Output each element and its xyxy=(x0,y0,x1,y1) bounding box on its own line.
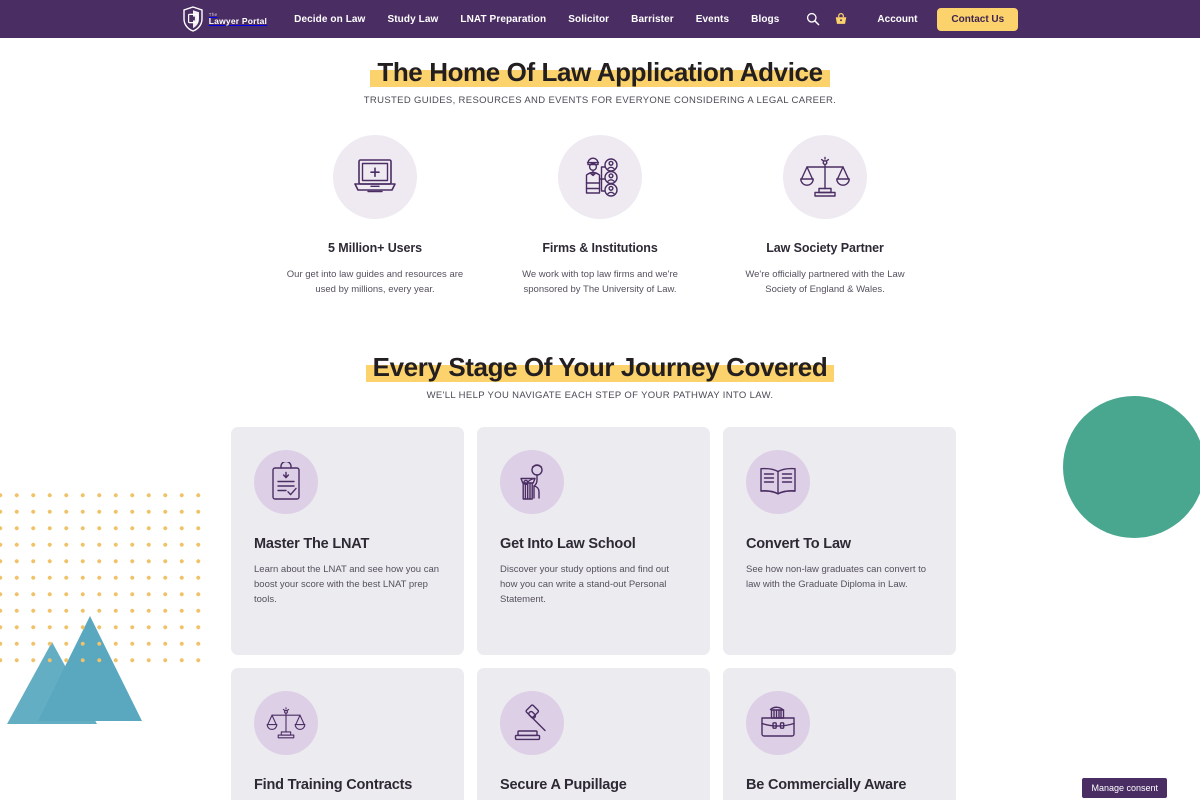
decorative-teal-circle xyxy=(1063,396,1200,538)
scales-of-justice-icon xyxy=(254,691,318,756)
card-title: Get Into Law School xyxy=(500,536,636,553)
decorative-triangle-large xyxy=(38,616,142,721)
briefcase-icon xyxy=(746,691,810,756)
card-master-the-lnat[interactable]: Master The LNAT Learn about the LNAT and… xyxy=(231,427,464,656)
gavel-icon xyxy=(500,691,564,756)
page-root: The Lawyer Portal Decide on Law Study La… xyxy=(0,0,1200,800)
hero-headline: The Home Of Law Application Advice xyxy=(370,57,830,88)
card-description: Learn about the LNAT and see how you can… xyxy=(254,564,440,606)
card-description: See how non-law graduates can convert to… xyxy=(746,564,927,591)
stat-description: We work with top law firms and we're spo… xyxy=(522,268,678,295)
stat-title: Firms & Institutions xyxy=(542,240,658,255)
nav-link-solicitor[interactable]: Solicitor xyxy=(557,14,620,25)
card-description: Discover your study options and find out… xyxy=(500,564,669,606)
scales-of-justice-icon xyxy=(783,134,867,219)
clipboard-check-icon xyxy=(254,450,318,515)
decorative-dot-grid-overlay xyxy=(0,487,204,667)
stats-row: 5 Million+ Users Our get into law guides… xyxy=(0,134,1200,297)
hero-subheadline: TRUSTED GUIDES, RESOURCES AND EVENTS FOR… xyxy=(363,94,837,106)
decorative-triangle-small xyxy=(7,642,97,724)
lectern-speaker-icon xyxy=(500,450,564,515)
card-title: Find Training Contracts xyxy=(254,777,413,794)
laptop-plus-icon xyxy=(333,134,417,219)
decorative-dot-grid xyxy=(0,487,204,667)
journey-headline: Every Stage Of Your Journey Covered xyxy=(365,352,835,383)
manage-consent-button[interactable]: Manage consent xyxy=(1082,778,1167,798)
card-title: Master The LNAT xyxy=(254,536,370,553)
card-secure-a-pupillage[interactable]: Secure A Pupillage Explore pupillage opt… xyxy=(477,668,710,800)
stat-item: Law Society Partner We're officially par… xyxy=(713,134,938,297)
shield-icon xyxy=(183,6,203,32)
card-find-training-contracts[interactable]: Find Training Contracts Learn about Trai… xyxy=(231,668,464,800)
card-be-commercially-aware[interactable]: Be Commercially Aware Boost your commerc… xyxy=(723,668,956,800)
stat-title: Law Society Partner xyxy=(766,240,884,255)
journey-cards-grid: Master The LNAT Learn about the LNAT and… xyxy=(231,427,969,800)
journey-section-header: Every Stage Of Your Journey Covered WE'L… xyxy=(0,352,1200,402)
decorative-triangles xyxy=(0,600,142,725)
shopping-basket-icon[interactable] xyxy=(830,8,852,30)
main-navigation-bar: The Lawyer Portal Decide on Law Study La… xyxy=(0,0,1200,38)
stat-description: Our get into law guides and resources ar… xyxy=(286,268,464,295)
nav-link-blogs[interactable]: Blogs xyxy=(740,14,790,25)
nav-link-study-law[interactable]: Study Law xyxy=(376,14,449,25)
nav-link-barrister[interactable]: Barrister xyxy=(620,14,685,25)
search-icon[interactable] xyxy=(802,8,824,30)
stat-item: Firms & Institutions We work with top la… xyxy=(488,134,713,297)
stat-title: 5 Million+ Users xyxy=(328,240,422,255)
stat-description: We're officially partnered with the Law … xyxy=(745,268,905,295)
open-book-icon xyxy=(746,450,810,515)
card-title: Secure A Pupillage xyxy=(500,777,627,794)
person-network-icon xyxy=(558,134,642,219)
nav-link-lnat-preparation[interactable]: LNAT Preparation xyxy=(449,14,557,25)
card-title: Convert To Law xyxy=(746,536,851,553)
nav-link-account[interactable]: Account xyxy=(855,14,931,25)
logo-name-text: Lawyer Portal xyxy=(208,16,268,26)
nav-link-events[interactable]: Events xyxy=(685,14,740,25)
contact-us-button[interactable]: Contact Us xyxy=(937,7,1019,31)
stat-item: 5 Million+ Users Our get into law guides… xyxy=(263,134,488,297)
card-convert-to-law[interactable]: Convert To Law See how non-law graduates… xyxy=(723,427,956,656)
card-get-into-law-school[interactable]: Get Into Law School Discover your study … xyxy=(477,427,710,656)
nav-link-decide-on-law[interactable]: Decide on Law xyxy=(283,14,376,25)
hero-section: The Home Of Law Application Advice TRUST… xyxy=(0,57,1200,106)
card-title: Be Commercially Aware xyxy=(746,777,907,794)
journey-subheadline: WE'LL HELP YOU NAVIGATE EACH STEP OF YOU… xyxy=(426,390,774,402)
site-logo[interactable]: The Lawyer Portal xyxy=(182,6,267,32)
